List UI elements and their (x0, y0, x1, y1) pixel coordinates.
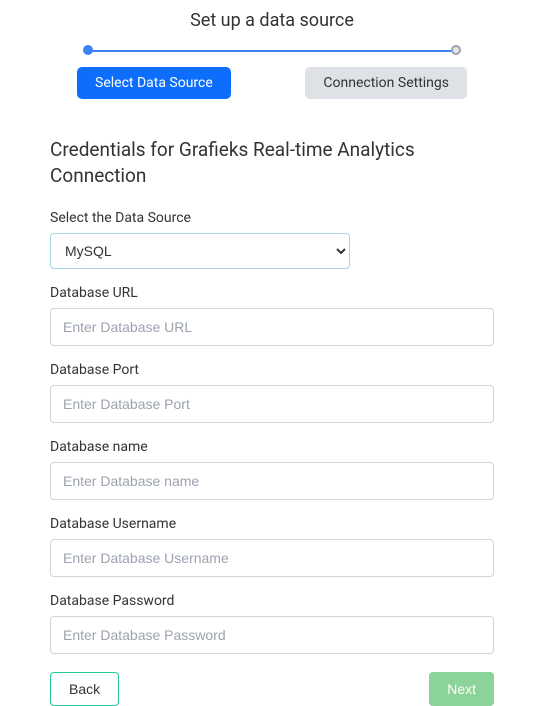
page-title: Set up a data source (0, 10, 544, 31)
port-input[interactable] (50, 385, 494, 423)
step-dot-connection (451, 45, 461, 55)
datasource-group: Select the Data Source MySQL (50, 210, 494, 269)
step-select-datasource[interactable]: Select Data Source (77, 67, 231, 99)
button-row: Back Next (50, 672, 494, 706)
password-input[interactable] (50, 616, 494, 654)
username-input[interactable] (50, 539, 494, 577)
step-connection-settings[interactable]: Connection Settings (305, 67, 467, 99)
stepper: Select Data Source Connection Settings (77, 45, 467, 99)
section-title: Credentials for Grafieks Real-time Analy… (50, 137, 494, 188)
password-group: Database Password (50, 593, 494, 654)
url-group: Database URL (50, 285, 494, 346)
datasource-select[interactable]: MySQL (50, 233, 350, 269)
url-input[interactable] (50, 308, 494, 346)
name-group: Database name (50, 439, 494, 500)
port-label: Database Port (50, 362, 494, 378)
step-dot-select (83, 45, 93, 55)
name-input[interactable] (50, 462, 494, 500)
password-label: Database Password (50, 593, 494, 609)
port-group: Database Port (50, 362, 494, 423)
next-button[interactable]: Next (429, 672, 494, 706)
url-label: Database URL (50, 285, 494, 301)
username-label: Database Username (50, 516, 494, 532)
datasource-label: Select the Data Source (50, 210, 494, 226)
name-label: Database name (50, 439, 494, 455)
username-group: Database Username (50, 516, 494, 577)
form-content: Credentials for Grafieks Real-time Analy… (0, 107, 544, 706)
back-button[interactable]: Back (50, 672, 119, 706)
